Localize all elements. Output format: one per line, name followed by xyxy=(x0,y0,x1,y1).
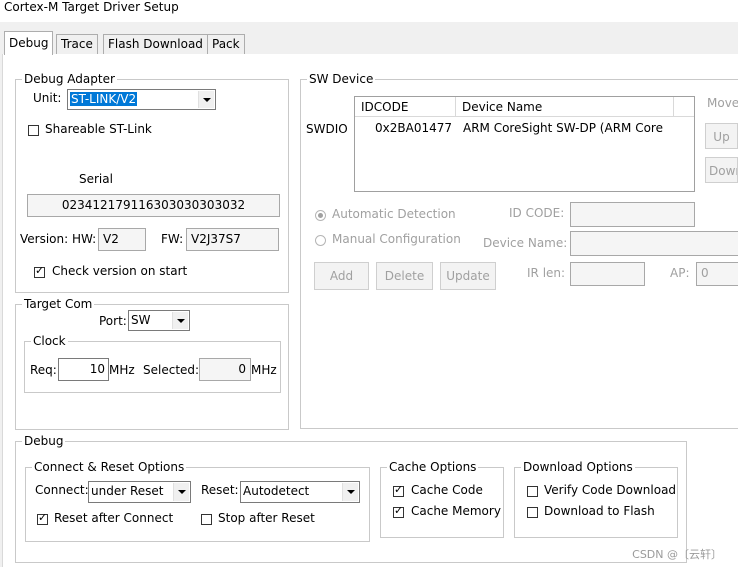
tab-flash-download[interactable]: Flash Download xyxy=(103,34,208,54)
stop-after-reset-checkbox[interactable] xyxy=(201,514,212,525)
verify-code-download-checkbox[interactable] xyxy=(527,486,538,497)
manual-configuration-label: Manual Configuration xyxy=(332,232,461,246)
connect-select[interactable]: under Reset xyxy=(88,481,191,503)
sw-device-table[interactable]: IDCODE Device Name 0x2BA01477 ARM CoreSi… xyxy=(354,96,695,192)
swdio-label: SWDIO xyxy=(306,122,348,136)
watermark: CSDN @〔云轩〕 xyxy=(632,548,722,561)
ap-label: AP: xyxy=(670,266,690,280)
device-name-field[interactable] xyxy=(570,231,738,256)
column-header-device-name[interactable]: Device Name xyxy=(456,97,674,117)
tab-trace[interactable]: Trace xyxy=(56,34,98,54)
req-label: Req: xyxy=(30,363,57,377)
version-hw-label: Version: HW: xyxy=(20,232,97,246)
fw-version-field: V2J37S7 xyxy=(186,228,279,251)
serial-label: Serial xyxy=(79,172,113,186)
shareable-label: Shareable ST-Link xyxy=(45,122,152,136)
debug-adapter-title: Debug Adapter xyxy=(22,72,117,86)
row-idcode[interactable]: 0x2BA01477 xyxy=(375,121,452,135)
port-value: SW xyxy=(131,313,151,327)
unit-value: ST-LINK/V2 xyxy=(70,92,138,106)
add-button[interactable]: Add xyxy=(314,262,369,290)
automatic-detection-label: Automatic Detection xyxy=(332,207,456,221)
move-up-button[interactable]: Up xyxy=(705,123,738,149)
selected-label: Selected: xyxy=(143,363,200,377)
cache-memory-label: Cache Memory xyxy=(411,504,501,518)
title-bar: Cortex-M Target Driver Setup xyxy=(0,0,738,22)
window-title: Cortex-M Target Driver Setup xyxy=(4,0,179,14)
download-to-flash-label: Download to Flash xyxy=(544,504,655,518)
reset-after-connect-checkbox[interactable] xyxy=(37,511,48,525)
ir-len-field[interactable] xyxy=(570,262,645,286)
move-down-button[interactable]: Down xyxy=(705,157,738,183)
cache-options-group: Cache Options xyxy=(380,460,504,538)
reset-after-connect-label: Reset after Connect xyxy=(54,511,174,525)
stop-after-reset-label: Stop after Reset xyxy=(218,511,315,525)
tab-debug[interactable]: Debug xyxy=(4,31,54,55)
tab-pack[interactable]: Pack xyxy=(207,34,245,54)
port-label: Port: xyxy=(99,314,127,328)
verify-code-download-label: Verify Code Download xyxy=(544,483,677,497)
manual-configuration-radio[interactable] xyxy=(315,235,326,246)
delete-button[interactable]: Delete xyxy=(376,262,433,290)
column-header-spacer xyxy=(674,97,694,117)
chevron-down-icon[interactable] xyxy=(172,312,188,329)
ap-field[interactable]: 0 xyxy=(696,262,738,286)
download-to-flash-checkbox[interactable] xyxy=(527,507,538,518)
reset-select[interactable]: Autodetect xyxy=(240,481,360,503)
id-code-field[interactable] xyxy=(570,202,695,227)
id-code-label: ID CODE: xyxy=(509,206,565,220)
serial-field: 023412179116303030303032 xyxy=(27,194,280,217)
sw-device-title: SW Device xyxy=(307,72,376,86)
row-device-name[interactable]: ARM CoreSight SW-DP (ARM Core xyxy=(463,121,663,135)
chevron-down-icon[interactable] xyxy=(173,483,189,501)
connect-reset-title: Connect & Reset Options xyxy=(32,460,187,474)
download-options-group: Download Options xyxy=(514,460,678,538)
selected-field: 0 xyxy=(199,358,251,381)
cache-code-label: Cache Code xyxy=(411,483,483,497)
chevron-down-icon[interactable] xyxy=(198,91,214,108)
connect-label: Connect: xyxy=(35,483,89,497)
column-header-idcode[interactable]: IDCODE xyxy=(355,97,456,117)
check-version-label: Check version on start xyxy=(52,264,188,278)
req-input[interactable]: 10 xyxy=(58,358,109,381)
chevron-down-icon[interactable] xyxy=(342,483,358,501)
cache-options-title: Cache Options xyxy=(387,460,479,474)
target-com-title: Target Com xyxy=(22,297,95,311)
download-options-title: Download Options xyxy=(521,460,635,474)
cache-memory-checkbox[interactable] xyxy=(393,504,404,518)
port-select[interactable]: SW xyxy=(128,310,190,331)
automatic-detection-radio[interactable] xyxy=(315,210,326,221)
connect-value: under Reset xyxy=(91,484,164,498)
ir-len-label: IR len: xyxy=(527,266,566,280)
req-unit: MHz xyxy=(109,363,135,377)
move-label: Move xyxy=(707,96,738,110)
selected-unit: MHz xyxy=(251,363,277,377)
clock-title: Clock xyxy=(31,334,68,348)
shareable-checkbox[interactable] xyxy=(28,125,39,136)
reset-value: Autodetect xyxy=(243,484,310,498)
update-button[interactable]: Update xyxy=(440,262,496,290)
debug-adapter-group: Debug Adapter xyxy=(15,72,289,293)
unit-label: Unit: xyxy=(33,91,62,105)
hw-version-field: V2 xyxy=(98,228,146,251)
connect-reset-group: Connect & Reset Options xyxy=(25,460,370,542)
reset-label: Reset: xyxy=(201,483,239,497)
cache-code-checkbox[interactable] xyxy=(393,483,404,497)
device-name-label: Device Name: xyxy=(483,236,568,250)
debug-title: Debug xyxy=(22,434,66,448)
fw-label: FW: xyxy=(161,232,184,246)
check-version-checkbox[interactable] xyxy=(34,264,45,278)
unit-select[interactable]: ST-LINK/V2 xyxy=(67,89,216,110)
